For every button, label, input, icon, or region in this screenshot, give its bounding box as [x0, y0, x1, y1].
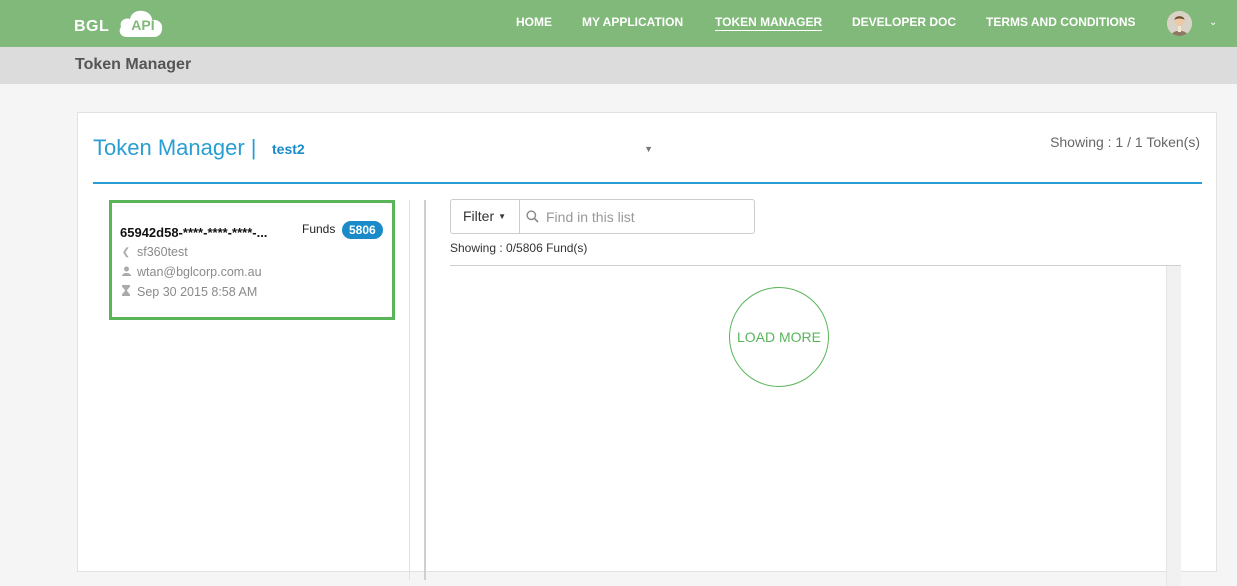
title-divider	[93, 182, 1202, 184]
token-email-row: wtan@bglcorp.com.au	[120, 265, 262, 279]
page-header-bar: Token Manager	[0, 47, 1237, 84]
dropdown-arrow-icon: ▼	[644, 144, 653, 154]
share-icon: ❮	[121, 246, 131, 258]
filter-dropdown-button[interactable]: Filter ▼	[450, 199, 520, 234]
application-select-value: test2	[272, 141, 305, 157]
search-input[interactable]	[546, 201, 746, 232]
column-divider-bold	[424, 200, 426, 580]
chevron-down-icon[interactable]: ⌄	[1209, 17, 1217, 28]
nav-terms-and-conditions[interactable]: TERMS AND CONDITIONS	[986, 15, 1136, 29]
fund-count: Showing : 0/5806 Fund(s)	[450, 241, 588, 255]
nav-my-application[interactable]: MY APPLICATION	[582, 15, 683, 29]
token-manager-panel: Token Manager | test2 ▼ Showing : 1 / 1 …	[77, 112, 1217, 586]
token-name-row: ❮ sf360test	[120, 245, 188, 259]
column-divider	[409, 200, 410, 580]
token-created-row: Sep 30 2015 8:58 AM	[120, 285, 257, 299]
nav-token-manager[interactable]: TOKEN MANAGER	[715, 15, 822, 29]
brand-badge: API	[131, 17, 155, 33]
panel-title: Token Manager |	[93, 135, 257, 160]
token-count: Showing : 1 / 1 Token(s)	[1050, 134, 1200, 150]
search-box	[519, 199, 755, 234]
nav-developer-doc[interactable]: DEVELOPER DOC	[852, 15, 956, 29]
token-name: sf360test	[137, 245, 188, 259]
list-scrollbar[interactable]	[1166, 266, 1181, 586]
cloud-icon: API	[117, 9, 165, 39]
load-more-button[interactable]: LOAD MORE	[729, 287, 829, 387]
caret-down-icon: ▼	[498, 212, 507, 221]
token-card[interactable]: 65942d58-****-****-****-... Funds 5806 ❮…	[109, 200, 395, 320]
funds-label: Funds	[302, 222, 336, 236]
nav-home[interactable]: HOME	[516, 15, 552, 29]
user-avatar[interactable]	[1167, 11, 1192, 36]
token-email: wtan@bglcorp.com.au	[137, 265, 262, 279]
token-id: 65942d58-****-****-****-...	[120, 225, 268, 240]
page-title: Token Manager	[75, 56, 192, 73]
brand-logo[interactable]: BGL API	[74, 9, 165, 39]
funds-count-badge: 5806	[342, 221, 383, 239]
filter-label: Filter	[463, 208, 495, 224]
brand-name: BGL	[74, 18, 110, 35]
search-icon	[526, 210, 539, 228]
hourglass-icon	[120, 285, 132, 299]
top-navbar: BGL API HOME MY APPLICATION TOKEN MANAGE…	[0, 0, 1237, 47]
application-select[interactable]: test2 ▼	[268, 139, 653, 161]
token-created-date: Sep 30 2015 8:58 AM	[137, 285, 258, 299]
user-icon	[120, 266, 132, 279]
list-divider	[450, 265, 1181, 266]
